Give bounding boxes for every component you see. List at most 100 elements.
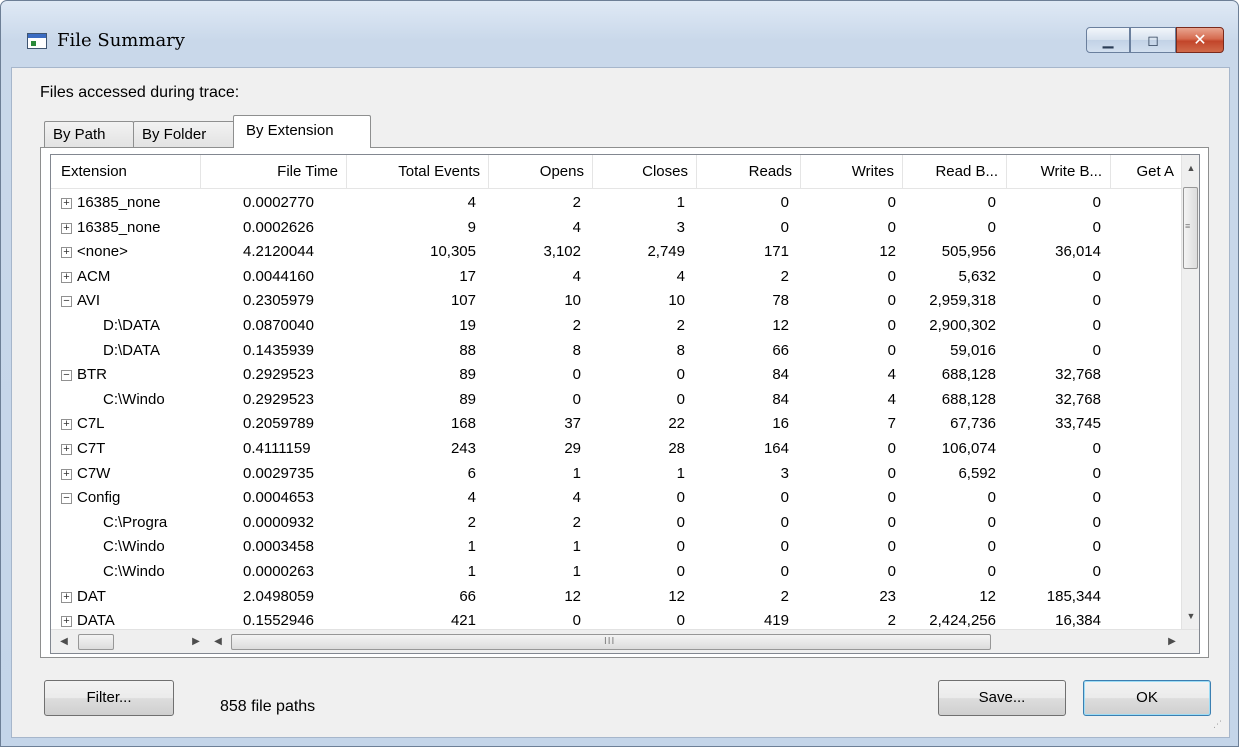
scroll-left-icon[interactable]: ◀ — [211, 633, 225, 651]
expand-icon[interactable]: + — [61, 271, 72, 283]
files-accessed-label: Files accessed during trace: — [40, 84, 240, 101]
column-header[interactable]: File Time — [201, 155, 347, 189]
ok-button[interactable]: OK — [1083, 680, 1211, 716]
name-column-scroll-thumb[interactable] — [78, 634, 114, 650]
table-cell: 0 — [572, 612, 581, 629]
column-header[interactable]: Opens — [489, 155, 593, 189]
scroll-left-icon[interactable]: ◀ — [57, 633, 71, 651]
table-cell: 28 — [668, 440, 685, 457]
table-cell: 1 — [467, 563, 476, 580]
table-row[interactable]: − Config 0.0004653 4 4 0 0 0 0 0 — [51, 486, 1182, 511]
column-header[interactable]: Reads — [697, 155, 801, 189]
table-row[interactable]: + C7T 0.4111159 243 29 28 164 0 106,074 0 — [51, 437, 1182, 462]
table-cell: 29 — [564, 440, 581, 457]
table-cell: 3,102 — [543, 243, 581, 261]
table-cell: 0 — [887, 538, 896, 556]
scroll-down-icon[interactable]: ▼ — [1182, 607, 1199, 625]
table-cell: 0 — [887, 292, 896, 310]
title-bar[interactable]: File Summary ▁ ◻ ✕ — [1, 1, 1238, 67]
expand-icon[interactable]: + — [61, 419, 72, 431]
table-cell: 0 — [887, 563, 896, 580]
table-cell: 185,344 — [1046, 587, 1101, 605]
table-cell: 243 — [450, 440, 476, 457]
table-cell: 0 — [676, 366, 685, 384]
collapse-icon[interactable]: − — [61, 370, 72, 382]
save-button[interactable]: Save... — [938, 680, 1066, 716]
extension-name: C7W — [77, 464, 111, 482]
table-cell: 1 — [467, 538, 476, 556]
table-row[interactable]: D:\DATA 0.0870040 19 2 2 12 0 2,900,302 0 — [51, 314, 1182, 339]
horizontal-scroll-thumb[interactable]: III — [231, 634, 991, 650]
table-cell: 9 — [467, 218, 476, 236]
expand-icon[interactable]: + — [61, 444, 72, 455]
table-row[interactable]: + C7L 0.2059789 168 37 22 16 7 67,736 33,745 — [51, 412, 1182, 437]
table-cell: 0 — [887, 194, 896, 211]
scroll-up-icon[interactable]: ▲ — [1182, 159, 1199, 177]
table-cell: 37 — [564, 415, 581, 433]
table-cell: 0.2929523 — [243, 390, 314, 408]
table-cell: 1 — [572, 538, 581, 556]
extension-name: 16385_none — [77, 194, 161, 211]
expand-icon[interactable]: + — [61, 222, 72, 234]
table-cell: 1 — [572, 563, 581, 580]
table-cell: 0 — [1092, 464, 1101, 482]
table-row[interactable]: C:\Progra 0.0000932 2 2 0 0 0 0 0 — [51, 511, 1182, 536]
table-row[interactable]: D:\DATA 0.1435939 88 8 8 66 0 59,016 0 — [51, 339, 1182, 364]
table-row[interactable]: + DATA 0.1552946 421 0 0 419 2 2,424,256 16,384 — [51, 609, 1182, 629]
table-cell: 2,959,318 — [929, 292, 996, 310]
table-row[interactable]: +16385_none 0.0002770 4 2 1 0 0 0 0 — [51, 191, 1182, 216]
table-row[interactable]: − AVI 0.2305979 107 10 10 78 0 2,959,318 0 — [51, 289, 1182, 314]
table-row[interactable]: C:\Windo 0.0000263 1 1 0 0 0 0 0 — [51, 560, 1182, 585]
expand-icon[interactable]: + — [61, 616, 72, 628]
column-header[interactable]: Writes — [801, 155, 903, 189]
table-cell: 0.0029735 — [243, 464, 314, 482]
table-row[interactable]: C:\Windo 0.2929523 89 0 0 84 4 688,128 32,768 — [51, 388, 1182, 413]
table-row[interactable]: +16385_none 0.0002626 9 4 3 0 0 0 0 — [51, 216, 1182, 241]
table-cell: 0 — [572, 366, 581, 384]
tab-by-path[interactable]: By Path — [44, 121, 134, 148]
column-header[interactable]: Total Events — [347, 155, 489, 189]
column-header[interactable]: Extension — [51, 155, 201, 189]
column-header[interactable]: Closes — [593, 155, 697, 189]
collapse-icon[interactable]: − — [61, 493, 72, 505]
tab-by-folder[interactable]: By Folder — [133, 121, 235, 148]
table-cell: 0 — [887, 317, 896, 334]
tab-by-extension[interactable]: By Extension — [233, 115, 371, 148]
table-cell: 4 — [676, 267, 685, 285]
table-row[interactable]: + ACM 0.0044160 17 4 4 2 0 5,632 0 — [51, 265, 1182, 290]
scroll-right-icon[interactable]: ▶ — [189, 633, 203, 651]
scroll-right-icon[interactable]: ▶ — [1165, 633, 1179, 651]
table-cell: 0 — [887, 440, 896, 457]
table-cell: 12 — [879, 243, 896, 261]
expand-icon[interactable]: + — [61, 198, 72, 209]
extension-name: C:\Windo — [103, 390, 165, 408]
column-header[interactable]: Get A — [1111, 155, 1182, 189]
filter-button[interactable]: Filter... — [44, 680, 174, 716]
table-row[interactable]: + DAT 2.0498059 66 12 12 2 23 12 185,344 — [51, 585, 1182, 610]
horizontal-scrollbars: ◀ ▶ ◀ III ▶ — [51, 629, 1199, 653]
extension-list-view[interactable]: Extension File Time Total Events Opens Close… — [50, 154, 1200, 654]
column-header[interactable]: Write B... — [1007, 155, 1111, 189]
table-row[interactable]: − BTR 0.2929523 89 0 0 84 4 688,128 32,768 — [51, 363, 1182, 388]
extension-name: C:\Windo — [103, 563, 165, 580]
table-row[interactable]: + C7W 0.0029735 6 1 1 3 0 6,592 0 — [51, 462, 1182, 487]
window-title: File Summary — [57, 30, 185, 51]
table-cell: 4 — [887, 366, 896, 384]
table-row[interactable]: C:\Windo 0.0003458 1 1 0 0 0 0 0 — [51, 535, 1182, 560]
expand-icon[interactable]: + — [61, 468, 72, 480]
column-header[interactable]: Read B... — [903, 155, 1007, 189]
collapse-icon[interactable]: − — [61, 296, 72, 308]
close-button[interactable]: ✕ — [1176, 27, 1224, 53]
minimize-button[interactable]: ▁ — [1086, 27, 1130, 53]
table-cell: 0.4111159 — [243, 440, 311, 457]
resize-grip-icon[interactable]: ⋰ — [1213, 720, 1225, 734]
table-row[interactable]: + <none> 4.2120044 10,305 3,102 2,749 171 12 505… — [51, 240, 1182, 265]
vertical-scrollbar[interactable]: ▲ ≡ ▼ — [1181, 155, 1199, 629]
maximize-button[interactable]: ◻ — [1130, 27, 1176, 53]
table-cell: 0 — [1092, 317, 1101, 334]
table-cell: 0.0000263 — [243, 563, 314, 580]
expand-icon[interactable]: + — [61, 591, 72, 603]
extension-name: 16385_none — [77, 218, 161, 236]
table-cell: 67,736 — [950, 415, 996, 433]
expand-icon[interactable]: + — [61, 247, 72, 259]
